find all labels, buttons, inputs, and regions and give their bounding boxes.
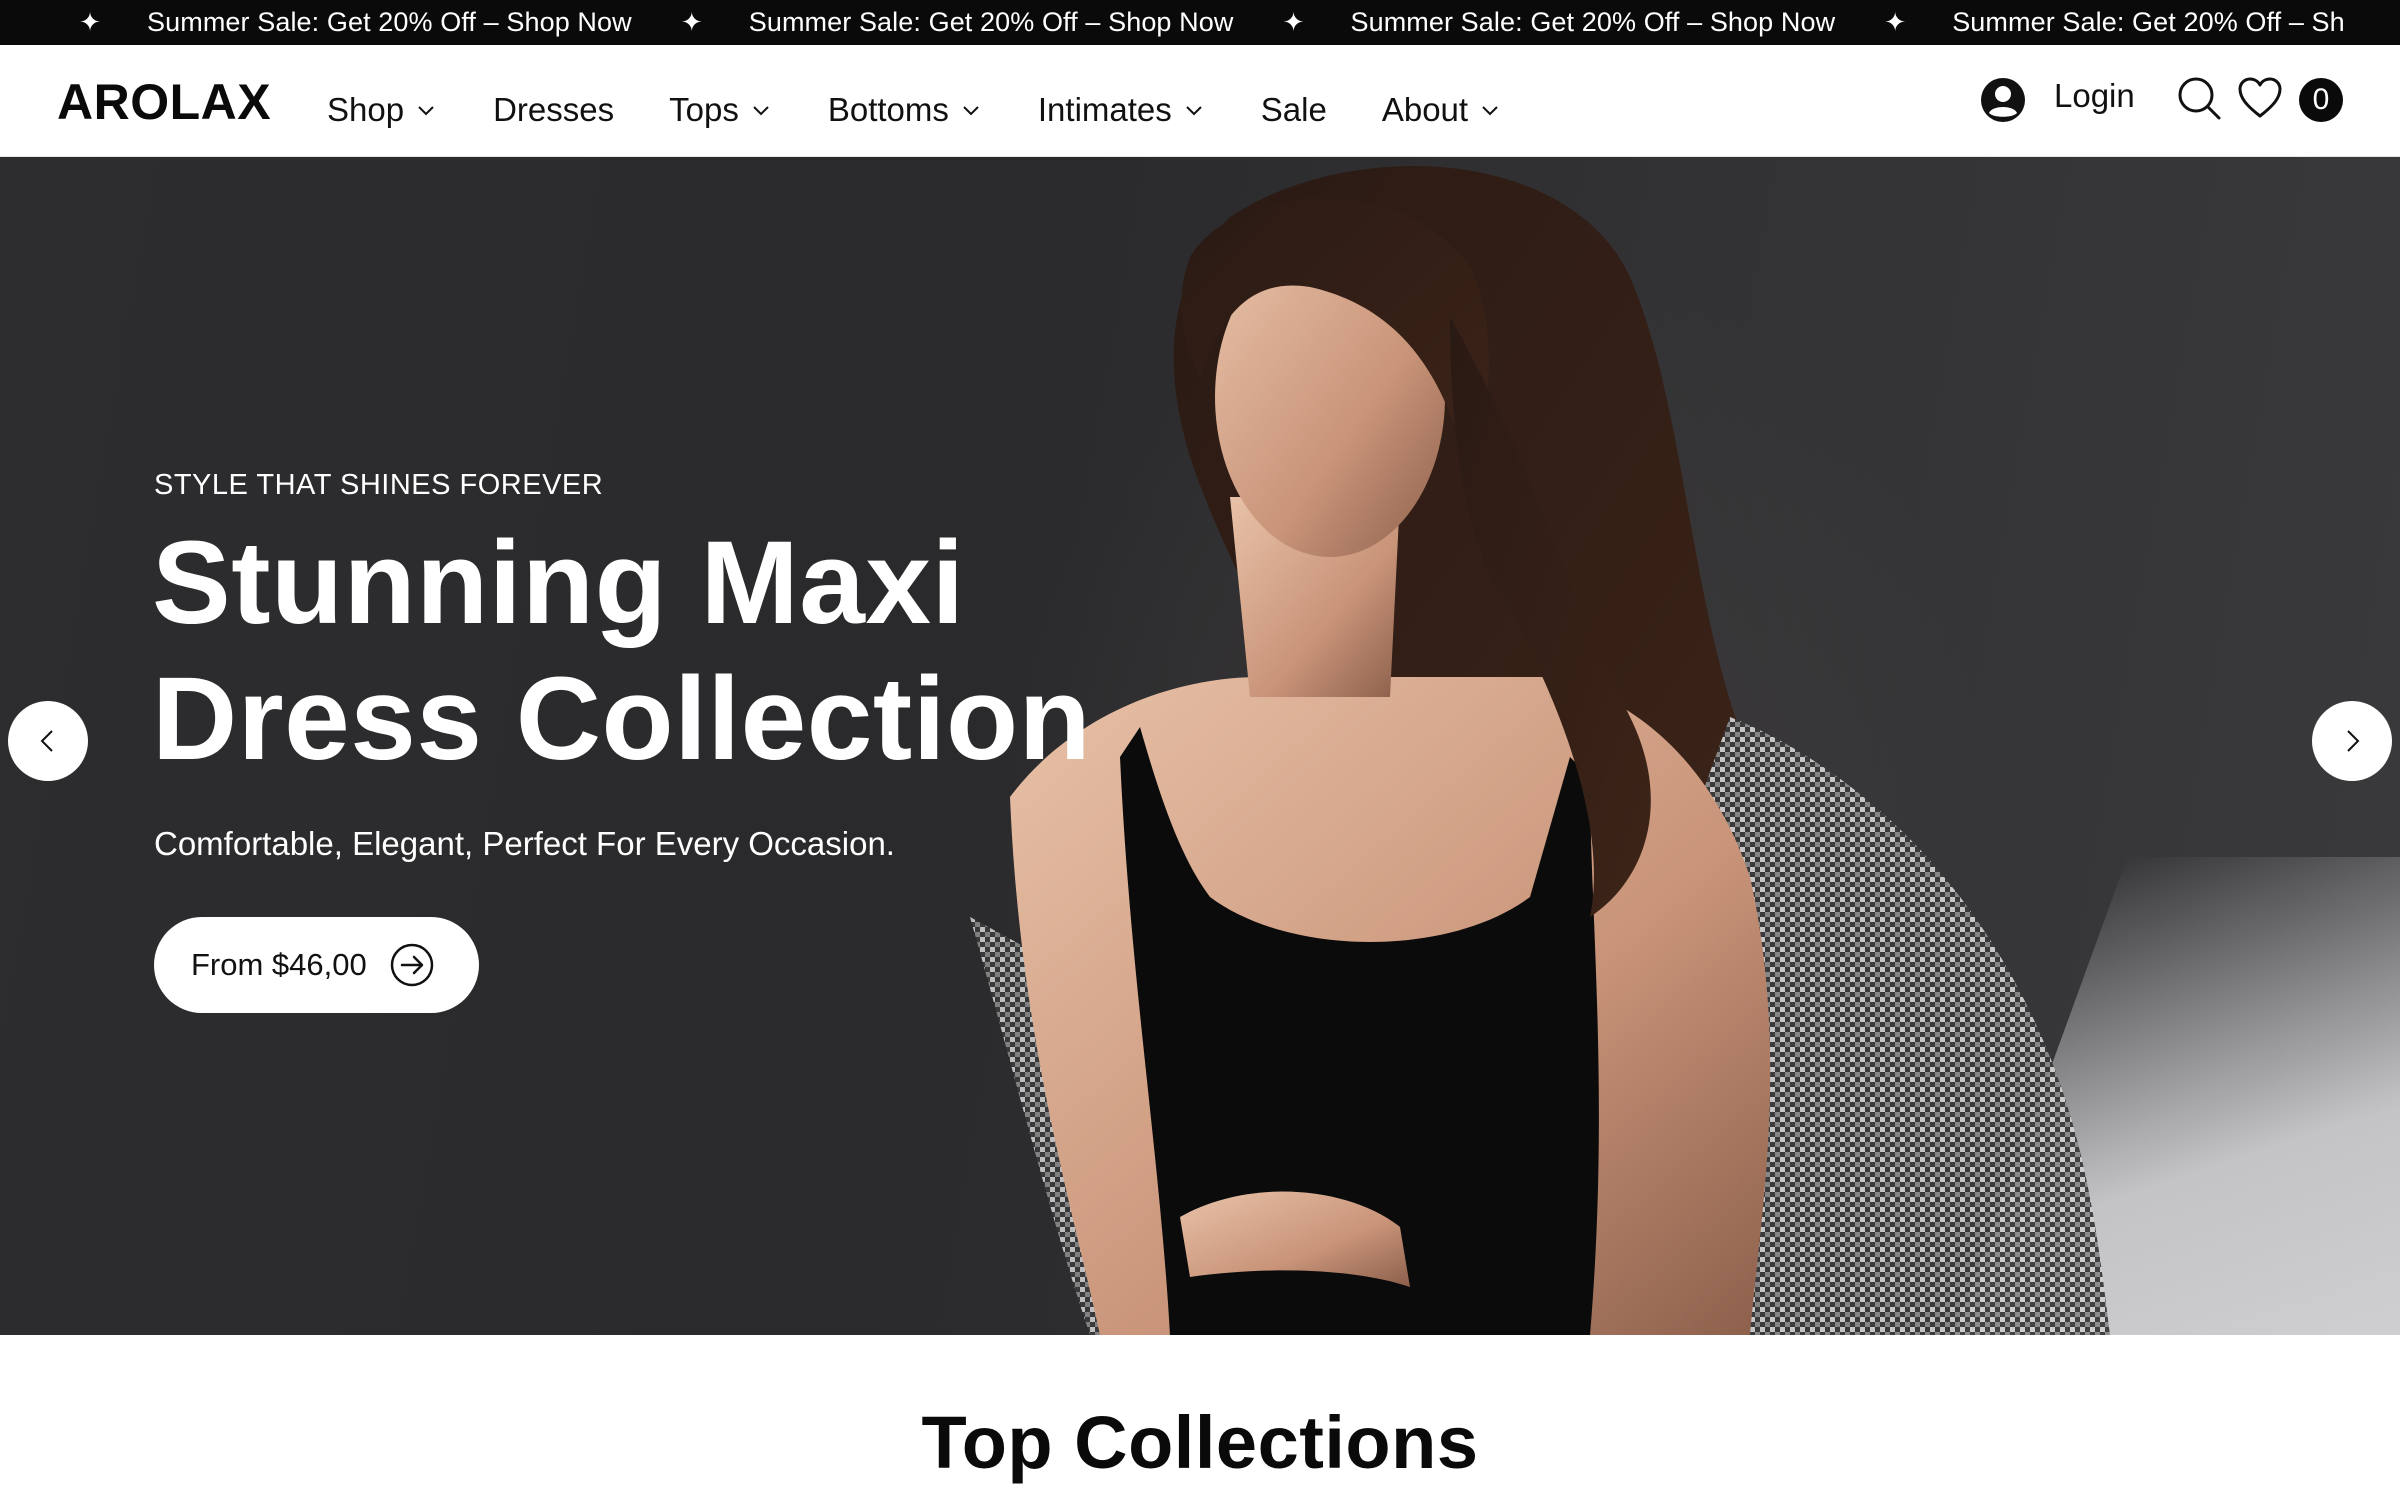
nav-item-label: Bottoms <box>827 91 949 128</box>
nav-item-label: Intimates <box>1037 91 1172 128</box>
slide-prev-button[interactable] <box>8 701 88 781</box>
announcement-track: ✦ Summer Sale: Get 20% Off – Shop Now ✦ … <box>70 0 2385 45</box>
hero-title: Stunning Maxi Dress Collection <box>152 515 1252 787</box>
hero-banner: STYLE THAT SHINES FOREVER Stunning Maxi … <box>0 157 2400 1335</box>
announcement-item[interactable]: ✦ Summer Sale: Get 20% Off – Shop Now <box>672 0 1274 45</box>
nav-item-dresses[interactable]: Dresses <box>493 73 614 129</box>
nav-item-shop[interactable]: Shop <box>327 73 438 129</box>
announcement-bar: ✦ Summer Sale: Get 20% Off – Shop Now ✦ … <box>0 0 2400 45</box>
announcement-text[interactable]: Summer Sale: Get 20% Off – Shop Now <box>1313 0 1875 45</box>
nav-item-bottoms[interactable]: Bottoms <box>828 73 983 129</box>
login-link[interactable]: Login <box>2054 77 2135 115</box>
sparkle-icon: ✦ <box>1282 7 1305 37</box>
announcement-item[interactable]: ✦ Summer Sale: Get 20% Off – Sh <box>1875 0 2385 45</box>
nav-item-intimates[interactable]: Intimates <box>1038 73 1206 129</box>
arrow-right-circle-icon <box>390 943 434 987</box>
announcement-text[interactable]: Summer Sale: Get 20% Off – Sh <box>1915 0 2385 45</box>
nav-item-label: Tops <box>669 91 739 128</box>
announcement-text[interactable]: Summer Sale: Get 20% Off – Shop Now <box>110 0 672 45</box>
sparkle-icon: ✦ <box>680 7 703 37</box>
chevron-right-icon <box>2347 730 2360 752</box>
search-icon[interactable] <box>2176 75 2222 121</box>
heart-icon[interactable] <box>2237 76 2283 120</box>
cta-label: From $46,00 <box>191 947 367 982</box>
cart-badge[interactable]: 0 <box>2299 78 2343 122</box>
nav-item-about[interactable]: About <box>1382 73 1502 129</box>
top-collections-heading: Top Collections <box>921 1401 1479 1484</box>
nav-item-label: Shop <box>327 91 405 128</box>
hero-title-line: Stunning Maxi <box>152 517 965 649</box>
chevron-down-icon <box>963 106 979 116</box>
site-header: AROLAX Shop Dresses Tops Bottoms Intimat… <box>0 45 2400 157</box>
nav-item-tops[interactable]: Tops <box>669 73 773 129</box>
nav-item-sale[interactable]: Sale <box>1261 73 1327 129</box>
chevron-left-icon <box>40 730 53 752</box>
nav-item-label: Dresses <box>493 91 615 128</box>
nav-item-label: About <box>1381 91 1469 128</box>
announcement-item[interactable]: ✦ Summer Sale: Get 20% Off – Shop Now <box>1273 0 1875 45</box>
chevron-down-icon <box>753 106 769 116</box>
hero-subtitle: Comfortable, Elegant, Perfect For Every … <box>154 825 895 862</box>
sparkle-icon: ✦ <box>79 7 101 37</box>
slide-next-button[interactable] <box>2312 701 2392 781</box>
chevron-down-icon <box>1186 106 1202 116</box>
chevron-down-icon <box>1482 106 1498 116</box>
hero-title-line: Dress Collection <box>152 653 1092 785</box>
user-icon[interactable] <box>1980 77 2026 123</box>
hero-eyebrow: STYLE THAT SHINES FOREVER <box>154 469 604 501</box>
site-logo[interactable]: AROLAX <box>57 73 271 131</box>
announcement-item[interactable]: ✦ Summer Sale: Get 20% Off – Shop Now <box>70 0 672 45</box>
announcement-text[interactable]: Summer Sale: Get 20% Off – Shop Now <box>712 0 1274 45</box>
chevron-down-icon <box>418 106 434 116</box>
main-nav: Shop Dresses Tops Bottoms Intimates Sale… <box>327 45 1557 157</box>
sparkle-icon: ✦ <box>1884 7 1907 37</box>
shop-now-button[interactable]: From $46,00 <box>154 917 479 1013</box>
nav-item-label: Sale <box>1260 91 1327 128</box>
